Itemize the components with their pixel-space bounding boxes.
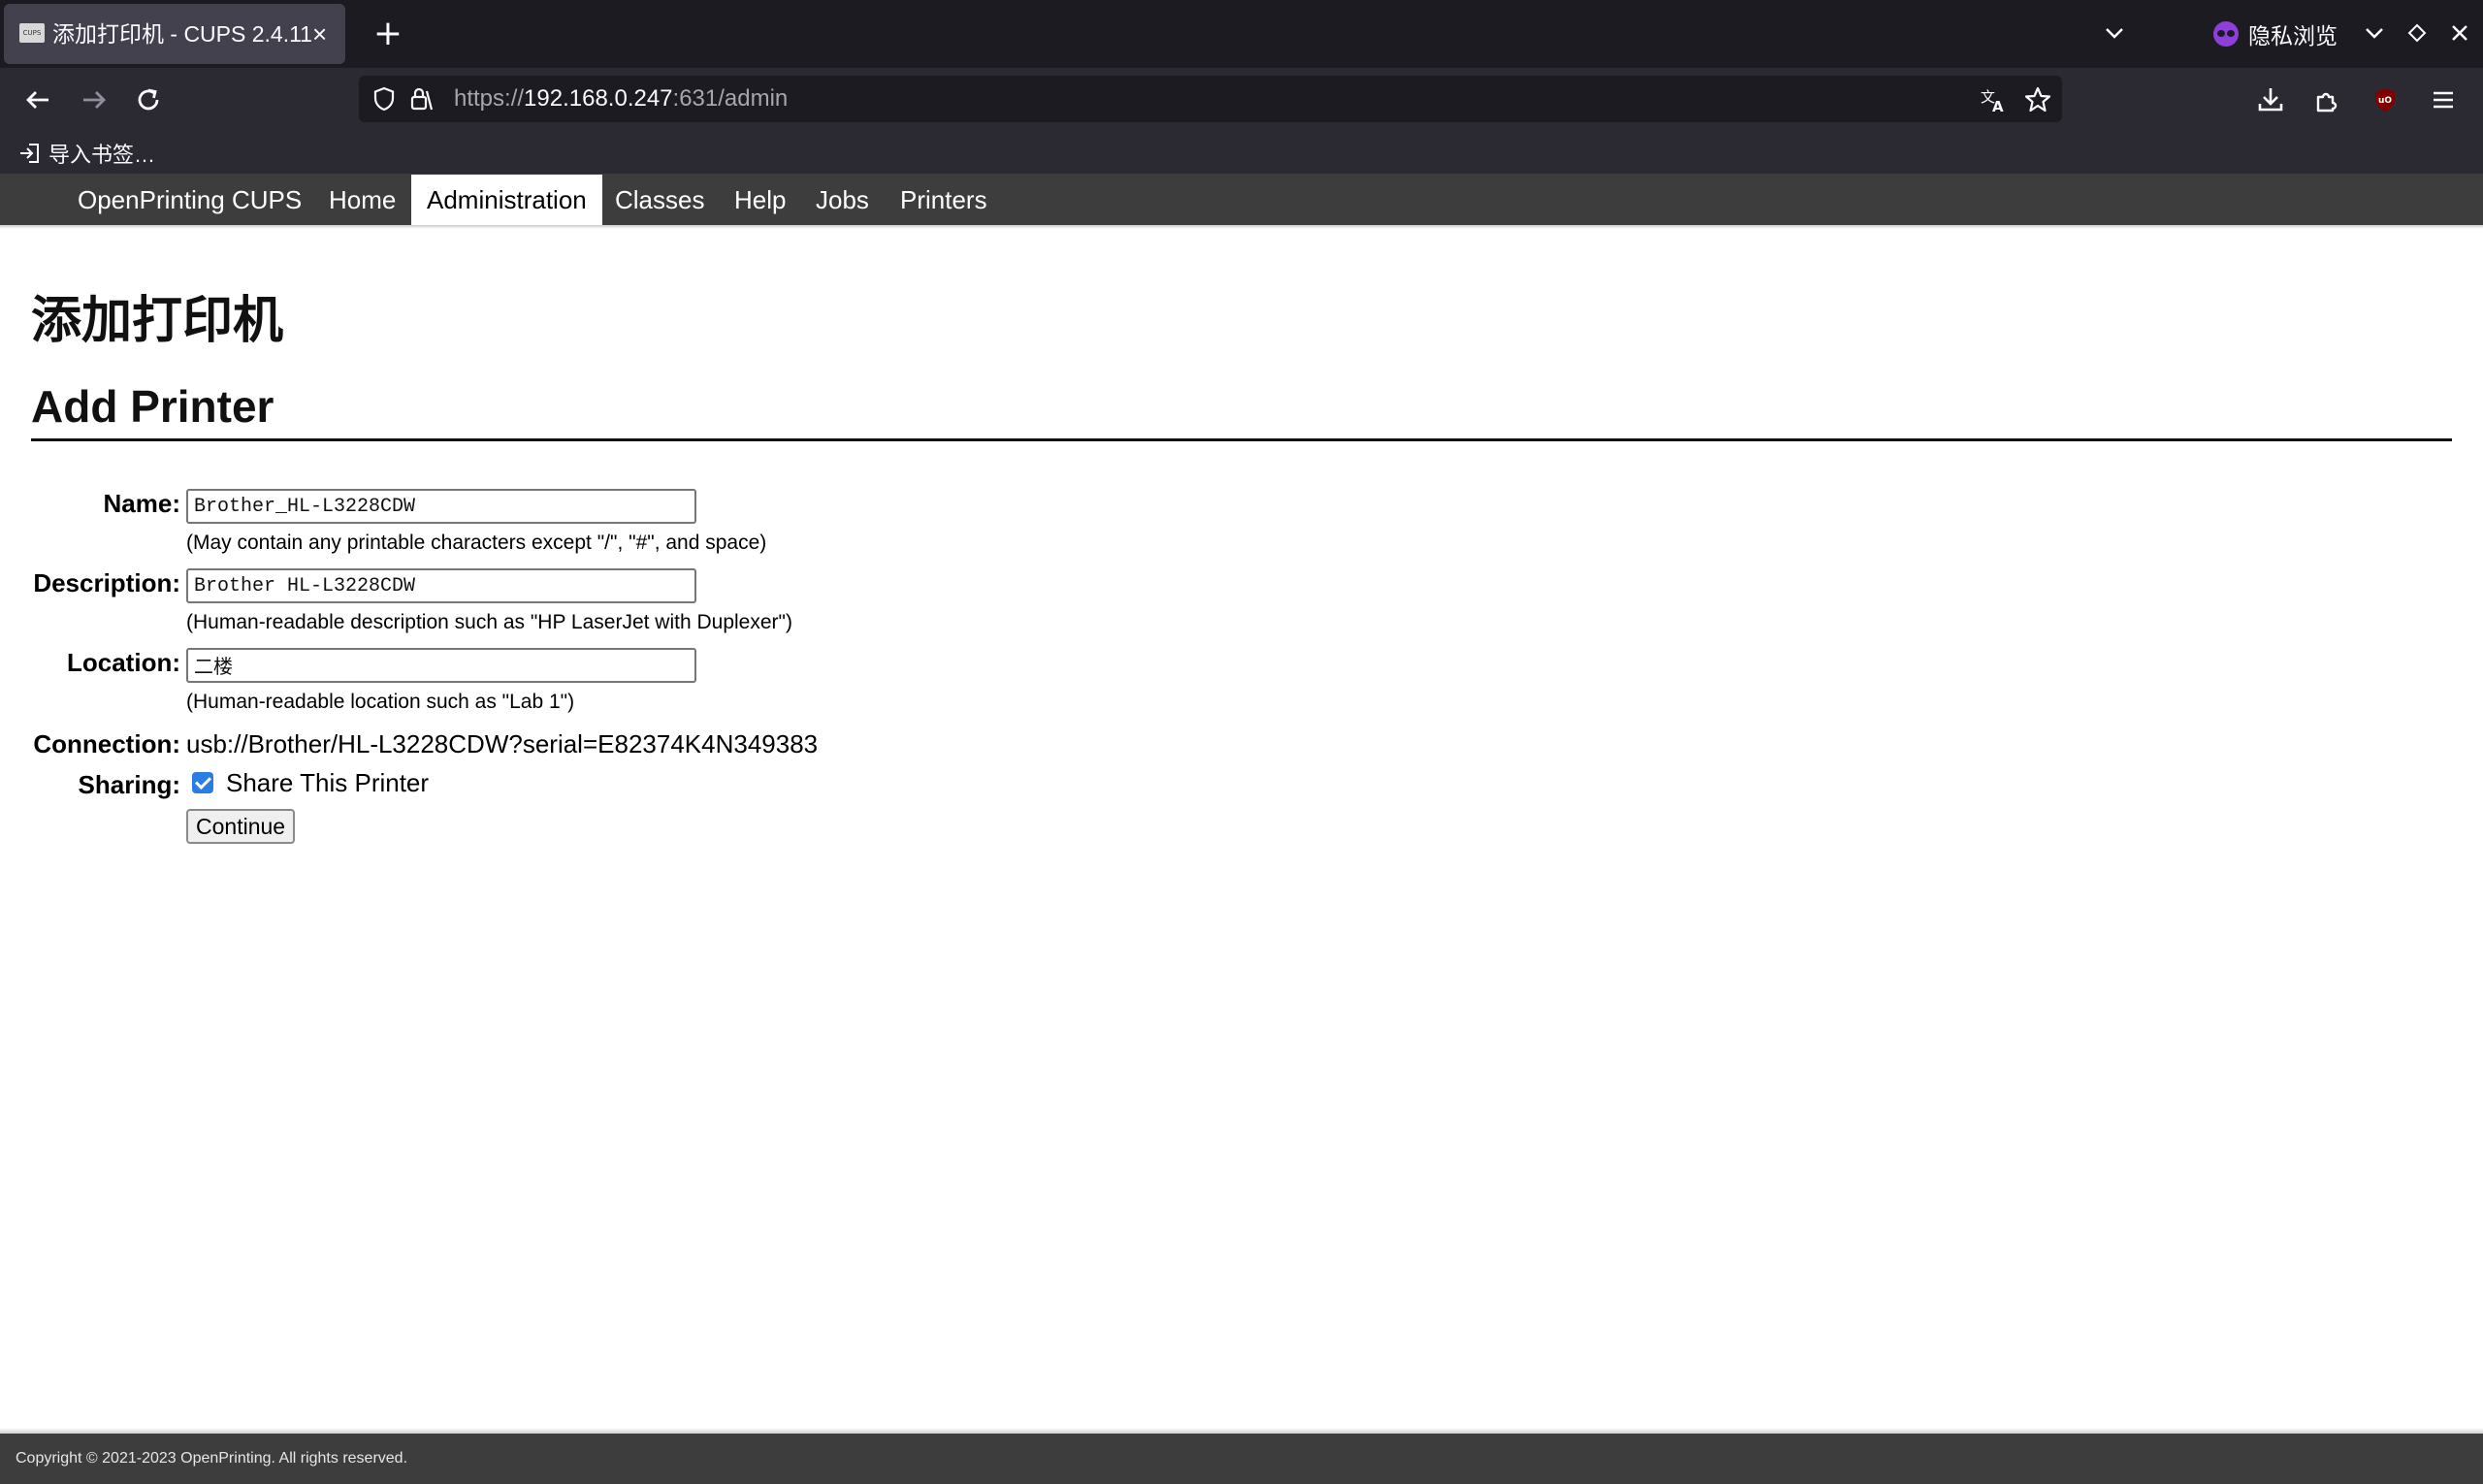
section-heading: Add Printer [31, 381, 274, 432]
import-bookmarks-label: 导入书签… [48, 143, 156, 167]
reload-button[interactable] [126, 78, 171, 122]
download-icon [2258, 88, 2283, 112]
connection-label: Connection: [33, 729, 180, 758]
back-button[interactable] [16, 78, 60, 122]
location-label: Location: [67, 648, 180, 677]
footer-copyright: Copyright © 2021-2023 OpenPrinting. All … [16, 1450, 408, 1467]
cups-favicon-icon: CUPS [19, 23, 45, 43]
address-bar[interactable]: https://192.168.0.247:631/admin 文A [359, 76, 2062, 122]
bookmarks-toolbar: 导入书签… [0, 132, 2483, 175]
star-bookmark-icon[interactable] [2023, 85, 2052, 114]
tab-title: 添加打印机 - CUPS 2.4.11 [52, 21, 312, 47]
footer: Copyright © 2021-2023 OpenPrinting. All … [0, 1434, 2483, 1484]
nav-jobs[interactable]: Jobs [816, 175, 869, 225]
name-label: Name: [103, 489, 180, 518]
svg-text:uO: uO [2378, 96, 2392, 106]
description-input[interactable] [186, 568, 696, 603]
nav-administration[interactable]: Administration [411, 175, 602, 225]
hamburger-menu-icon [2434, 91, 2453, 109]
cups-nav-bar: OpenPrinting CUPS Home Administration Cl… [0, 175, 2483, 225]
arrow-left-icon [26, 91, 48, 109]
window-maximize-diamond-icon[interactable] [2398, 14, 2436, 57]
page-title: 添加打印机 [31, 292, 284, 350]
reload-icon [138, 88, 159, 111]
private-browsing-label: 隐私浏览 [2248, 23, 2338, 48]
location-hint: (Human-readable location such as "Lab 1"… [186, 691, 575, 713]
lock-warning-icon[interactable] [407, 85, 435, 113]
name-hint: (May contain any printable characters ex… [186, 532, 767, 554]
forward-button[interactable] [72, 78, 116, 122]
description-label: Description: [33, 568, 180, 597]
window-minimize-chevron-icon[interactable] [2355, 14, 2394, 57]
heading-rule [31, 438, 2452, 441]
svg-text:A: A [1992, 98, 2004, 114]
puzzle-icon [2316, 92, 2338, 113]
browser-tab-active[interactable]: CUPS 添加打印机 - CUPS 2.4.11 × [4, 4, 345, 64]
nav-brand-openprinting-cups[interactable]: OpenPrinting CUPS [78, 175, 302, 225]
nav-home[interactable]: Home [329, 175, 396, 225]
list-all-tabs-icon[interactable] [2095, 14, 2134, 57]
browser-tab-bar: CUPS 添加打印机 - CUPS 2.4.11 × + 隐私浏览 [0, 0, 2483, 68]
sharing-label: Sharing: [78, 770, 180, 799]
share-printer-checkbox[interactable] [192, 772, 213, 793]
tab-close-icon[interactable]: × [312, 4, 327, 64]
nav-classes[interactable]: Classes [615, 175, 704, 225]
tracking-shield-icon[interactable] [371, 85, 398, 113]
new-tab-button[interactable]: + [364, 10, 412, 58]
translate-icon[interactable]: 文A [1979, 85, 2008, 114]
extensions-button[interactable] [2305, 78, 2349, 122]
browser-toolbar: https://192.168.0.247:631/admin 文A uO [0, 68, 2483, 132]
description-hint: (Human-readable description such as "HP … [186, 611, 792, 633]
nav-printers[interactable]: Printers [900, 175, 987, 225]
window-close-icon[interactable] [2440, 14, 2479, 57]
continue-button[interactable]: Continue [186, 809, 296, 844]
arrow-right-icon [83, 91, 106, 109]
import-bookmarks-button[interactable]: 导入书签… [17, 132, 155, 175]
url-text[interactable]: https://192.168.0.247:631/admin [454, 76, 788, 122]
location-input[interactable] [186, 648, 696, 683]
nav-shadow-divider [0, 225, 2483, 229]
connection-value: usb://Brother/HL-L3228CDW?serial=E82374K… [186, 729, 819, 758]
private-mask-icon [2213, 21, 2239, 47]
share-printer-label[interactable]: Share This Printer [226, 768, 429, 798]
ublock-origin-button[interactable]: uO [2363, 78, 2407, 122]
app-menu-button[interactable] [2421, 78, 2466, 122]
ublock-origin-icon: uO [2375, 88, 2395, 112]
name-input[interactable] [186, 489, 696, 524]
nav-help[interactable]: Help [734, 175, 786, 225]
downloads-button[interactable] [2248, 78, 2293, 122]
import-icon [20, 144, 39, 163]
private-browsing-indicator: 隐私浏览 [2213, 0, 2338, 68]
